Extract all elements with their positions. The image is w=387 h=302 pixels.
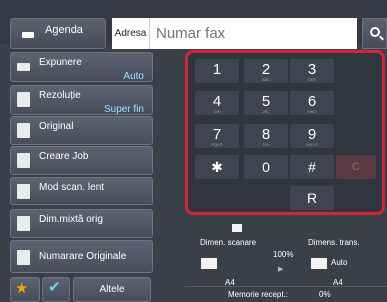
memory-label: Memorie recept.: <box>228 290 289 299</box>
send-paper-icon <box>311 258 327 269</box>
slow-scan-icon <box>17 184 30 199</box>
key-8[interactable]: 8 TUV <box>244 124 288 148</box>
key-6[interactable]: 6 MNO <box>290 91 334 115</box>
confirm-button[interactable]: ✔ <box>42 277 70 302</box>
key-4[interactable]: 4 GHI <box>195 91 239 115</box>
more-button[interactable]: Altele <box>73 277 151 302</box>
job-build-icon <box>17 153 30 168</box>
ratio-value: 100% <box>273 250 294 259</box>
key-hash[interactable]: # <box>290 155 334 179</box>
mixed-size-icon <box>17 216 30 231</box>
slow-scan-button[interactable]: Mod scan. lent <box>10 177 153 205</box>
destination-label[interactable]: Adresa <box>112 18 150 49</box>
key-7[interactable]: 7 PQRS <box>195 124 239 148</box>
agenda-button[interactable]: Agenda <box>10 18 106 49</box>
exposure-value: Auto <box>123 71 144 82</box>
agenda-label: Agenda <box>45 24 83 36</box>
favorite-button[interactable]: ★ <box>10 277 40 302</box>
scan-size-label: Dimen. scanare <box>200 238 257 247</box>
star-icon: ★ <box>15 280 29 297</box>
resolution-value: Super fin <box>103 104 144 115</box>
mixed-size-original-button[interactable]: Dim.mixtă orig <box>10 209 153 238</box>
exposure-button[interactable]: Expunere Auto <box>10 52 153 82</box>
resolution-label: Rezoluție <box>39 90 81 101</box>
key-asterisk[interactable]: ✱ <box>195 155 239 179</box>
resolution-icon <box>17 92 30 107</box>
key-3[interactable]: 3 DEF <box>290 59 334 83</box>
job-build-button[interactable]: Creare Job <box>10 146 153 175</box>
key-redial[interactable]: R <box>290 186 334 210</box>
original-button[interactable]: Original <box>10 116 153 145</box>
clear-key[interactable]: C <box>336 155 376 179</box>
status-panel: Dimen. scanare Dimens. trans. 100% ▶ Aut… <box>185 218 387 302</box>
check-icon: ✔ <box>48 279 61 296</box>
key-5[interactable]: 5 JKL <box>244 91 288 115</box>
address-book-icon <box>22 32 34 38</box>
slow-scan-label: Mod scan. lent <box>39 182 105 193</box>
exposure-label: Expunere <box>39 57 82 68</box>
original-label: Original <box>39 121 74 132</box>
more-label: Altele <box>99 284 125 295</box>
original-count-icon <box>17 250 30 265</box>
exposure-icon <box>17 63 30 71</box>
mixed-size-label: Dim.mixtă orig <box>39 214 103 225</box>
key-1[interactable]: 1 <box>195 59 239 83</box>
auto-label: Auto <box>331 258 348 267</box>
search-button[interactable] <box>362 18 387 49</box>
job-build-label: Creare Job <box>39 151 89 162</box>
key-2[interactable]: 2 ABC <box>244 59 288 83</box>
resolution-button[interactable]: Rezoluție Super fin <box>10 85 153 115</box>
original-icon <box>17 123 30 138</box>
original-count-button[interactable]: Numarare Originale <box>10 240 153 273</box>
send-size-label: Dimens. trans. <box>308 238 360 247</box>
keypad-panel: 1 2 ABC 3 DEF 4 GHI 5 JKL 6 MNO 7 PQRS 8 TUV 9W… <box>185 50 385 215</box>
key-9[interactable]: 9 WXYZ <box>290 124 334 148</box>
fax-number-input[interactable] <box>150 18 357 49</box>
original-count-label: Numarare Originale <box>39 251 127 262</box>
arrow-icon: ▶ <box>278 266 284 273</box>
key-0[interactable]: 0 <box>244 155 288 179</box>
memory-value: 0% <box>319 290 331 299</box>
status-divider <box>185 286 387 287</box>
scan-doc-icon <box>232 224 242 232</box>
scan-paper-icon <box>201 258 217 269</box>
